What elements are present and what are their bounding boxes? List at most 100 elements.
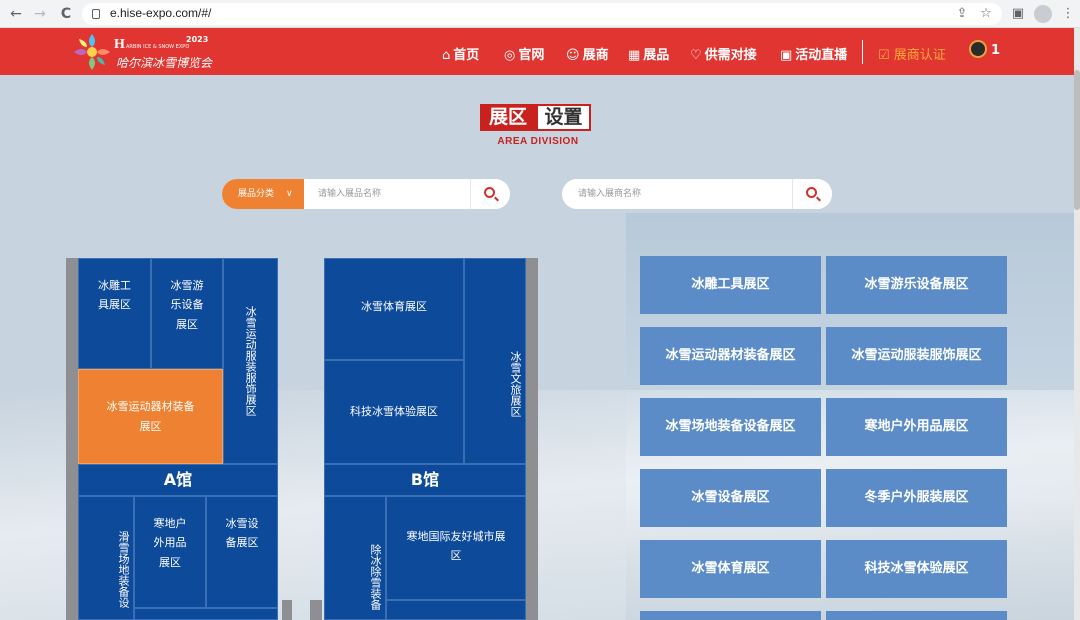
hall-b-zone-sports[interactable]: 冰雪体育展区 [324, 258, 464, 360]
reload-icon[interactable]: C [56, 4, 76, 24]
hall-a-zone-bottom[interactable] [134, 608, 278, 620]
nav-products-label: 展品 [643, 48, 670, 63]
nav-home-label: 首页 [453, 48, 480, 63]
menu-kebab-icon[interactable]: ⋮ [1058, 4, 1078, 24]
zone-button-apparel[interactable]: 冰雪运动服装服饰展区 [826, 327, 1007, 385]
zone-button-snow-equipment[interactable]: 冰雪设备展区 [640, 469, 821, 527]
hall-b-zone-culture-tourism[interactable]: 冰雪文旅展区 [464, 258, 526, 464]
hall-b-zone-bottom[interactable] [386, 600, 526, 620]
zone-label: 寒地户外用品展区 [153, 517, 187, 569]
zone-label: 除冰除雪装备 [369, 544, 382, 610]
zone-label: 冰雪体育展区 [361, 300, 427, 313]
exhibitor-search-input[interactable] [578, 188, 778, 200]
logo-h-letter: H [114, 37, 125, 52]
zone-label: 冰雪设备展区 [225, 517, 259, 550]
zone-button-sports[interactable]: 冰雪体育展区 [640, 540, 821, 598]
browser-toolbar: ← → C e.hise-expo.com/#/ ⇪ ☆ ▣ ⋮ [0, 0, 1080, 28]
hall-a-zone-sports-equipment[interactable]: 冰雪运动器材装备展区 [78, 369, 223, 464]
zone-label: 冰雪文旅展区 [509, 351, 522, 417]
nav-home[interactable]: ⌂ 首页 [442, 44, 479, 63]
zone-button-next-row[interactable] [640, 611, 821, 620]
profile-icon[interactable] [1034, 5, 1052, 23]
nav-exhibitors-label: 展商 [582, 48, 609, 63]
chevron-down-icon: ∨ [286, 189, 293, 199]
logo-en-text: ARBIN ICE & SNOW EXPO [126, 44, 190, 50]
zone-label: 滑雪场地装备设 [117, 530, 130, 608]
address-bar[interactable]: e.hise-expo.com/#/ [82, 3, 1002, 25]
logo-cn-text: 哈尔滨冰雪博览会 [116, 56, 213, 70]
zone-button-next-row[interactable] [826, 611, 1007, 620]
check-circle-icon: ☑ [878, 48, 894, 63]
zone-button-ice-tools[interactable]: 冰雕工具展区 [640, 256, 821, 314]
zone-button-sports-equipment[interactable]: 冰雪运动器材装备展区 [640, 327, 821, 385]
zone-button-tech-experience[interactable]: 科技冰雪体验展区 [826, 540, 1007, 598]
nav-supply-label: 供需对接 [704, 48, 757, 63]
zone-button-amusement[interactable]: 冰雪游乐设备展区 [826, 256, 1007, 314]
hall-a-zone-ski-venue[interactable]: 滑雪场地装备设 [78, 496, 134, 620]
hall-a-label: A馆 [78, 464, 278, 496]
hall-b-zone-tech-experience[interactable]: 科技冰雪体验展区 [324, 360, 464, 464]
nav-products[interactable]: ▦ 展品 [628, 44, 669, 63]
live-icon: ▣ [780, 48, 793, 63]
nav-exhibitors[interactable]: ☺ 展商 [566, 44, 609, 63]
cert-label: 展商认证 [893, 48, 946, 63]
url-text: e.hise-expo.com/#/ [110, 6, 212, 20]
bookmark-star-icon[interactable]: ☆ [976, 4, 996, 24]
product-search-button[interactable] [470, 179, 510, 209]
zone-button-outdoor-goods[interactable]: 寒地户外用品展区 [826, 398, 1007, 456]
home-icon: ⌂ [442, 48, 451, 63]
zone-label: 冰雕工具展区 [98, 279, 131, 312]
lock-icon [92, 9, 100, 19]
zone-label: 冰雪运动服装服饰展区 [244, 306, 258, 416]
exhibitor-icon: ☺ [566, 48, 580, 63]
nav-official-site[interactable]: ◎ 官网 [504, 44, 544, 63]
globe-icon: ◎ [504, 48, 516, 63]
zone-label: 寒地国际友好城市展区 [406, 530, 506, 563]
hall-b-label: B馆 [324, 464, 526, 496]
hall-a-zone-ice-tools[interactable]: 冰雕工具展区 [78, 258, 151, 369]
hall-divider-pillar [310, 600, 322, 620]
exhibitor-cert-link[interactable]: ☑ 展商认证 [878, 44, 946, 63]
title-part1: 展区 [480, 104, 536, 131]
page-subtitle: AREA DIVISION [497, 136, 579, 147]
page-title: 展区 设置 [480, 104, 591, 132]
site-logo[interactable]: H ARBIN ICE & SNOW EXPO 2023 哈尔滨冰雪博览会 [72, 31, 212, 73]
side-panel-icon[interactable]: ▣ [1008, 4, 1028, 24]
title-part2: 设置 [536, 104, 591, 131]
search-icon [484, 187, 495, 198]
hall-b-wall [526, 258, 538, 620]
snowflake-logo-icon [74, 34, 110, 70]
product-search-bar: 展品分类 ∨ [222, 179, 510, 209]
nav-supply-demand[interactable]: ♡ 供需对接 [690, 44, 757, 63]
exhibitor-search-bar [562, 179, 832, 209]
hall-a-zone-amusement[interactable]: 冰雪游乐设备展区 [151, 258, 223, 369]
zone-label: 冰雪运动器材装备展区 [106, 400, 195, 433]
nav-live-label: 活动直播 [795, 48, 848, 63]
site-header: H ARBIN ICE & SNOW EXPO 2023 哈尔滨冰雪博览会 ⌂ 首… [0, 28, 1074, 75]
category-dropdown[interactable]: 展品分类 ∨ [222, 179, 304, 209]
forward-icon[interactable]: → [30, 4, 50, 24]
back-icon[interactable]: ← [6, 4, 26, 24]
zone-label: 科技冰雪体验展区 [350, 405, 438, 419]
handshake-icon: ♡ [690, 48, 702, 63]
product-search-input[interactable] [318, 188, 468, 200]
zone-label: 冰雪游乐设备展区 [170, 279, 204, 331]
category-label: 展品分类 [238, 189, 275, 199]
scrollbar-thumb[interactable] [1074, 70, 1080, 210]
hall-b-zone-intl-cities[interactable]: 寒地国际友好城市展区 [386, 496, 526, 600]
user-avatar[interactable] [969, 40, 987, 58]
hall-a-zone-apparel[interactable]: 冰雪运动服装服饰展区 [223, 258, 278, 464]
grid-icon: ▦ [628, 48, 641, 63]
exhibitor-search-button[interactable] [792, 179, 832, 209]
nav-live[interactable]: ▣ 活动直播 [780, 44, 847, 63]
nav-official-label: 官网 [518, 48, 545, 63]
hall-a-zone-snow-equipment[interactable]: 冰雪设备展区 [206, 496, 278, 608]
zone-button-winter-apparel[interactable]: 冬季户外服装展区 [826, 469, 1007, 527]
hall-a-wall [66, 258, 78, 620]
hall-a-zone-outdoor-goods[interactable]: 寒地户外用品展区 [134, 496, 206, 608]
share-icon[interactable]: ⇪ [952, 4, 972, 24]
zone-button-venue-equipment[interactable]: 冰雪场地装备设备展区 [640, 398, 821, 456]
nav-divider [862, 40, 863, 64]
hall-b-zone-deicing[interactable]: 除冰除雪装备 [324, 496, 386, 620]
user-count: 1 [991, 43, 1001, 58]
